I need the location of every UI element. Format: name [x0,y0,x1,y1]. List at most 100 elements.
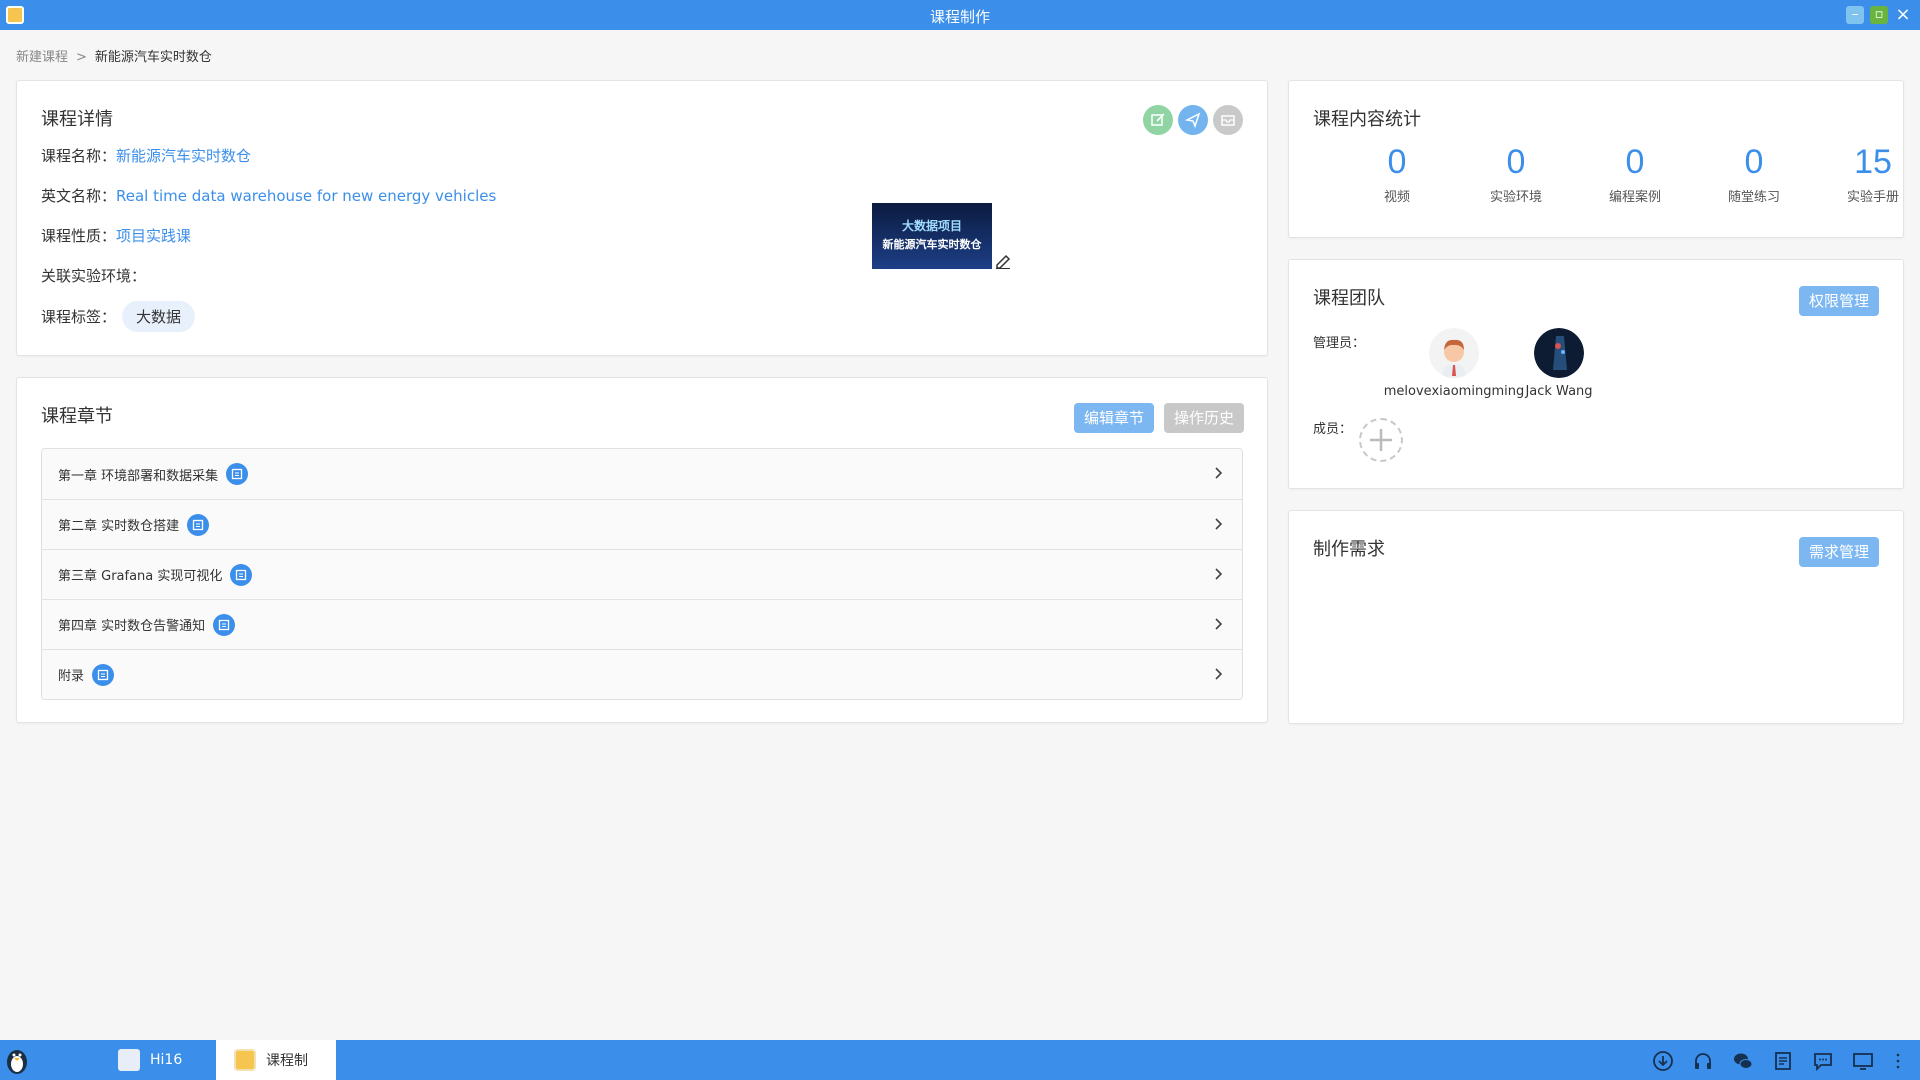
cover-line-2: 新能源汽车实时数仓 [882,238,982,251]
chapter-note-icon[interactable] [92,663,115,686]
add-member-button[interactable] [1359,418,1403,462]
headphones-icon[interactable] [1692,1050,1714,1072]
course-tag-label: 课程标签： [41,308,117,326]
course-name-value[interactable]: 新能源汽车实时数仓 [116,147,251,165]
course-detail-card: 课程详情 课程名称：新能源汽车实时数仓 英文名称：Real time data … [16,80,1268,356]
avatar [1429,328,1479,378]
edit-chapters-button[interactable]: 编辑章节 [1074,403,1154,433]
window-title: 课程制作 [929,8,990,26]
chevron-right-icon[interactable] [1212,516,1224,532]
more-icon[interactable] [1892,1050,1904,1072]
taskbar-item-label: Hi16 [150,1052,183,1068]
chevron-right-icon[interactable] [1212,465,1224,481]
taskbar-item-hi16[interactable]: Hi16 [118,1040,208,1080]
course-team-card: 课程团队 权限管理 管理员： melovexiaomingming Jack W… [1288,259,1904,489]
operation-history-button[interactable]: 操作历史 [1164,403,1244,433]
stat-value: 0 [1387,143,1407,181]
member-label: 成员： [1313,422,1353,437]
chapter-note-icon[interactable] [213,613,236,636]
chevron-right-icon[interactable] [1212,566,1224,582]
admin-label: 管理员： [1313,336,1366,351]
stat-label: 实验手册 [1846,190,1899,205]
permission-manage-button[interactable]: 权限管理 [1799,286,1879,316]
taskbar: Hi16 课程制 [0,1040,1920,1080]
wechat-icon[interactable] [1732,1050,1754,1072]
english-name-row: 英文名称：Real time data warehouse for new en… [41,185,496,206]
stats-title: 课程内容统计 [1313,109,1421,130]
stat-value: 0 [1625,143,1645,181]
english-name-label: 英文名称： [41,187,117,205]
maximize-button[interactable]: ▫ [1870,6,1888,24]
chapter-row[interactable]: 第四章 实时数仓告警通知 [42,599,1242,649]
penguin-icon [7,1050,27,1074]
stat-exercises[interactable]: 0 随堂练习 [1694,143,1814,205]
breadcrumb-current: 新能源汽车实时数仓 [94,50,212,65]
chapter-row[interactable]: 第一章 环境部署和数据采集 [42,449,1242,499]
title-bar: 课程制作 – ▫ × [0,0,1920,30]
stat-lab-manuals[interactable]: 15 实验手册 [1813,143,1920,205]
breadcrumb-separator: > [76,50,87,65]
avatar [1534,328,1584,378]
course-detail-title: 课程详情 [41,109,113,130]
course-chapters-card: 课程章节 编辑章节 操作历史 第一章 环境部署和数据采集 第二章 实时数仓搭建 … [16,377,1268,723]
stat-videos[interactable]: 0 视频 [1337,143,1457,205]
chapters-title: 课程章节 [41,406,113,427]
chevron-right-icon[interactable] [1212,616,1224,632]
chapter-row[interactable]: 第三章 Grafana 实现可视化 [42,549,1242,599]
chapter-label: 第四章 实时数仓告警通知 [58,619,206,634]
stat-label: 编程案例 [1608,190,1661,205]
stat-coding-cases[interactable]: 0 编程案例 [1575,143,1695,205]
stat-value: 0 [1506,143,1526,181]
taskbar-item-label: 课程制 [266,1053,308,1069]
document-icon[interactable] [1772,1050,1794,1072]
production-requirements-card: 制作需求 需求管理 [1288,510,1904,724]
requirements-title: 制作需求 [1313,539,1385,560]
close-button[interactable]: × [1894,6,1912,24]
send-icon[interactable] [1178,105,1208,135]
chapter-row[interactable]: 附录 [42,649,1242,699]
stat-value: 15 [1854,143,1892,181]
tag-chip[interactable]: 大数据 [122,301,196,332]
stat-label: 视频 [1383,190,1410,205]
course-type-label: 课程性质： [41,227,117,245]
course-type-row: 课程性质：项目实践课 [41,225,191,246]
course-cover-image[interactable]: 大数据项目 新能源汽车实时数仓 [872,203,992,269]
taskbar-item-course[interactable]: 课程制 [216,1040,336,1080]
chevron-right-icon[interactable] [1212,666,1224,682]
stat-value: 0 [1744,143,1764,181]
chapter-label: 第二章 实时数仓搭建 [58,519,180,534]
course-name-label: 课程名称： [41,147,117,165]
course-app-icon [234,1049,256,1071]
pencil-icon[interactable] [994,251,1012,269]
archive-icon[interactable] [1213,105,1243,135]
breadcrumb: 新建课程 > 新能源汽车实时数仓 [16,46,212,65]
course-tag-row: 课程标签： 大数据 [41,301,196,332]
chapter-list: 第一章 环境部署和数据采集 第二章 实时数仓搭建 第三章 Grafana 实现可… [41,448,1243,700]
chapter-label: 第一章 环境部署和数据采集 [58,468,219,484]
minimize-button[interactable]: – [1846,6,1864,24]
plus-icon [1370,429,1392,451]
admin-name: Jack Wang [1525,384,1593,399]
chapter-note-icon[interactable] [226,463,249,485]
start-button[interactable] [4,1040,36,1080]
chapter-note-icon[interactable] [230,563,253,586]
chapter-note-icon[interactable] [187,513,210,536]
english-name-value[interactable]: Real time data warehouse for new energy … [116,187,496,205]
music-app-icon [118,1049,140,1071]
download-icon[interactable] [1652,1050,1674,1072]
team-title: 课程团队 [1313,288,1385,309]
chapter-row[interactable]: 第二章 实时数仓搭建 [42,499,1242,549]
chapter-label: 第三章 Grafana 实现可视化 [58,569,223,584]
breadcrumb-root[interactable]: 新建课程 [16,50,68,65]
admin-member[interactable]: Jack Wang [1504,328,1614,399]
cover-line-1: 大数据项目 [901,219,962,233]
course-name-row: 课程名称：新能源汽车实时数仓 [41,145,251,166]
requirement-manage-button[interactable]: 需求管理 [1799,537,1879,567]
stat-label: 实验环境 [1489,190,1542,205]
edit-icon[interactable] [1143,105,1173,135]
stat-lab-environments[interactable]: 0 实验环境 [1456,143,1576,205]
course-type-value[interactable]: 项目实践课 [116,227,191,245]
monitor-icon[interactable] [1852,1050,1874,1072]
stat-label: 随堂练习 [1727,190,1780,205]
chat-icon[interactable] [1812,1050,1834,1072]
